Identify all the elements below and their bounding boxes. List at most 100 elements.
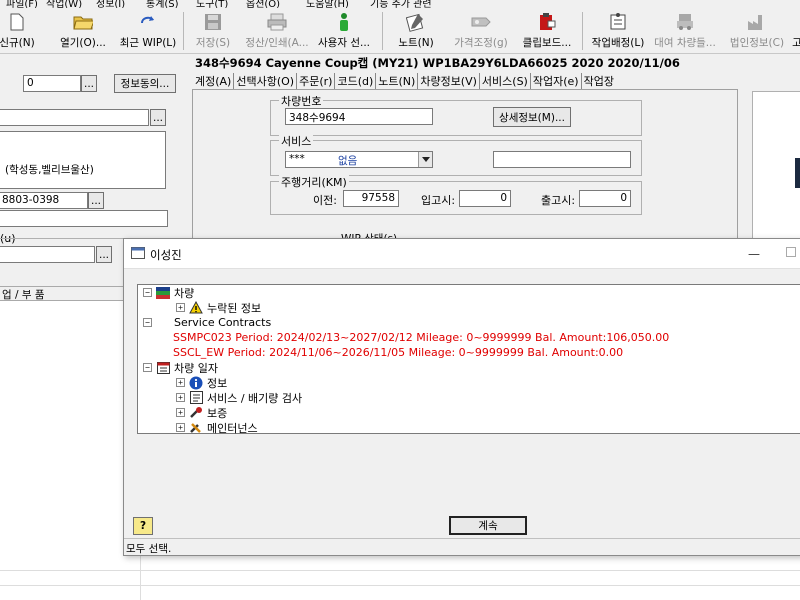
wip-browse-button[interactable]: ... [96, 246, 112, 263]
previous-mileage-label: 이전: [313, 194, 337, 207]
expand-icon[interactable]: + [176, 303, 185, 312]
tab-vehicle-info[interactable]: 차량정보(V) [418, 73, 480, 89]
warning-icon [189, 301, 203, 314]
window-icon [131, 247, 145, 259]
tree-node-maintenance[interactable]: + 메인터넌스 [176, 420, 258, 435]
address-field[interactable]: (학성동,벨리브울산) [0, 131, 166, 189]
folder-open-icon [73, 12, 93, 32]
name-browse-button[interactable]: ... [150, 109, 166, 126]
factory-icon [747, 12, 767, 32]
customer-number-field[interactable]: 0 [23, 75, 81, 92]
expand-icon[interactable]: + [176, 408, 185, 417]
service-extra-field[interactable] [493, 151, 631, 168]
menu-item-file[interactable]: 파일(F) [6, 0, 38, 8]
tab-row: 계정(A) 선택사항(O) 주문(r) 코드(d) 노트(N) 차량정보(V) … [193, 73, 616, 89]
tab-account[interactable]: 계정(A) [193, 73, 235, 89]
vehicle-title: 348수9694 Cayenne Coup캡 (MY21) WP1BA29Y6L… [195, 56, 680, 70]
collapse-icon[interactable]: − [143, 318, 152, 327]
save-disk-icon [203, 12, 223, 32]
rental-vehicle-button[interactable]: 대여 차량들... [652, 10, 718, 52]
menu-item-work[interactable]: 작업(W) [46, 0, 82, 8]
detail-info-button[interactable]: 상세정보(M)... [493, 107, 571, 127]
tab-notes[interactable]: 노트(N) [376, 73, 419, 89]
service-value: 없음 [338, 155, 358, 167]
phone-browse-button[interactable]: ... [88, 192, 104, 209]
tools-icon [189, 421, 203, 434]
vehicle-number-field[interactable]: 348수9694 [285, 108, 433, 125]
menu-item-options[interactable]: 옵션(O) [246, 0, 280, 8]
tab-worker[interactable]: 작업자(e) [531, 73, 582, 89]
parts-column-header[interactable]: 업 / 부 품 [0, 287, 130, 301]
service-select[interactable]: *** 없음 [285, 151, 433, 168]
menu-item-info[interactable]: 정보(I) [96, 0, 125, 8]
printer-icon [267, 12, 287, 32]
info-consent-button[interactable]: 정보동의... [114, 74, 176, 93]
wip-field[interactable] [0, 246, 95, 263]
menu-item-tools[interactable]: 도구(T) [196, 0, 228, 8]
price-adjust-button[interactable]: 가격조정(g) [452, 10, 510, 52]
menu-item-help[interactable]: 도움말(H) [306, 0, 349, 8]
notice-tree[interactable]: − 차량 + 누락된 정보 − Service Contracts SSMPC0… [137, 284, 800, 435]
tree-node-service-contracts[interactable]: − Service Contracts [143, 315, 271, 330]
out-mileage-label: 출고시: [541, 194, 576, 207]
work-assign-icon [608, 12, 628, 32]
toolbar-separator [582, 12, 583, 50]
out-mileage-field[interactable]: 0 [579, 190, 631, 207]
tab-workshop[interactable]: 작업장 [582, 73, 616, 89]
phone-field[interactable]: 8803-0398 [0, 192, 88, 209]
user-icon [334, 12, 354, 32]
clipboard-button[interactable]: 클립보드... [518, 10, 576, 52]
continue-button[interactable]: 계속 [449, 516, 527, 535]
new-button[interactable]: 신규(N) [0, 10, 38, 52]
service-group: 서비스 *** 없음 [270, 133, 642, 176]
save-button[interactable]: 저장(S) [190, 10, 236, 52]
open-button[interactable]: 열기(O)... [58, 10, 108, 52]
collapse-icon[interactable]: − [143, 363, 152, 372]
minimize-icon[interactable]: — [748, 247, 760, 261]
parts-list[interactable]: 업 / 부 품 [0, 286, 130, 600]
status-bar: 모두 선택. [124, 538, 800, 556]
in-mileage-field[interactable]: 0 [459, 190, 511, 207]
tab-order[interactable]: 주문(r) [297, 73, 336, 89]
menu-item-stats[interactable]: 통계(S) [146, 0, 179, 8]
expand-icon[interactable]: + [176, 378, 185, 387]
notes-pen-icon [406, 12, 426, 32]
tree-label-service-emission: 서비스 / 배기량 검사 [207, 391, 303, 405]
tab-options[interactable]: 선택사항(O) [234, 73, 298, 89]
menu-item-extra[interactable]: 기능 추가 관련 [370, 0, 432, 8]
extra-field[interactable] [0, 210, 168, 227]
previous-mileage-field[interactable]: 97558 [343, 190, 399, 207]
maximize-icon[interactable] [786, 247, 796, 257]
work-grid[interactable] [0, 556, 800, 600]
tree-node-missing-info[interactable]: + 누락된 정보 [176, 300, 261, 315]
car-icon [675, 12, 695, 32]
tree-node-warranty[interactable]: + 보증 [176, 405, 227, 420]
tree-node-contract-1[interactable]: SSMPC023 Period: 2024/02/13~2027/02/12 M… [173, 330, 669, 345]
chevron-down-icon[interactable] [418, 152, 432, 167]
clipboard-icon [537, 12, 557, 32]
expand-icon[interactable]: + [176, 423, 185, 432]
notes-button[interactable]: 노트(N) [390, 10, 442, 52]
tab-service[interactable]: 서비스(S) [480, 73, 531, 89]
tree-node-vehicle-history[interactable]: − 차량 일자 [143, 360, 218, 375]
help-button[interactable]: ? [133, 517, 153, 535]
vehicle-number-group: 차량번호 348수9694 상세정보(M)... [270, 93, 642, 136]
tab-code[interactable]: 코드(d) [335, 73, 377, 89]
name-field[interactable] [0, 109, 149, 126]
vehicle-notice-dialog: 이성진 — − 차량 + 누락된 정보 − Service Contracts … [123, 238, 800, 556]
tree-node-info[interactable]: + 정보 [176, 375, 227, 390]
expand-icon[interactable]: + [176, 393, 185, 402]
collapse-icon[interactable]: − [143, 288, 152, 297]
recent-wip-button[interactable]: 최근 WIP(L) [118, 10, 178, 52]
tree-label-vehicle: 차량 [174, 286, 195, 300]
tree-node-service-emission[interactable]: + 서비스 / 배기량 검사 [176, 390, 302, 405]
tree-node-contract-2[interactable]: SSCL_EW Period: 2024/11/06~2026/11/05 Mi… [173, 345, 623, 360]
corporate-info-button[interactable]: 법인정보(C) [726, 10, 788, 52]
dialog-titlebar[interactable]: 이성진 — [124, 239, 800, 269]
settle-print-button[interactable]: 정산/인쇄(A... [244, 10, 310, 52]
user-select-button[interactable]: 사용자 선... [312, 10, 376, 52]
tree-node-vehicle[interactable]: − 차량 [143, 285, 194, 300]
customer-browse-button[interactable]: ... [81, 75, 97, 92]
more-button[interactable]: 고 [790, 10, 800, 52]
work-assign-button[interactable]: 작업배정(L) [588, 10, 648, 52]
